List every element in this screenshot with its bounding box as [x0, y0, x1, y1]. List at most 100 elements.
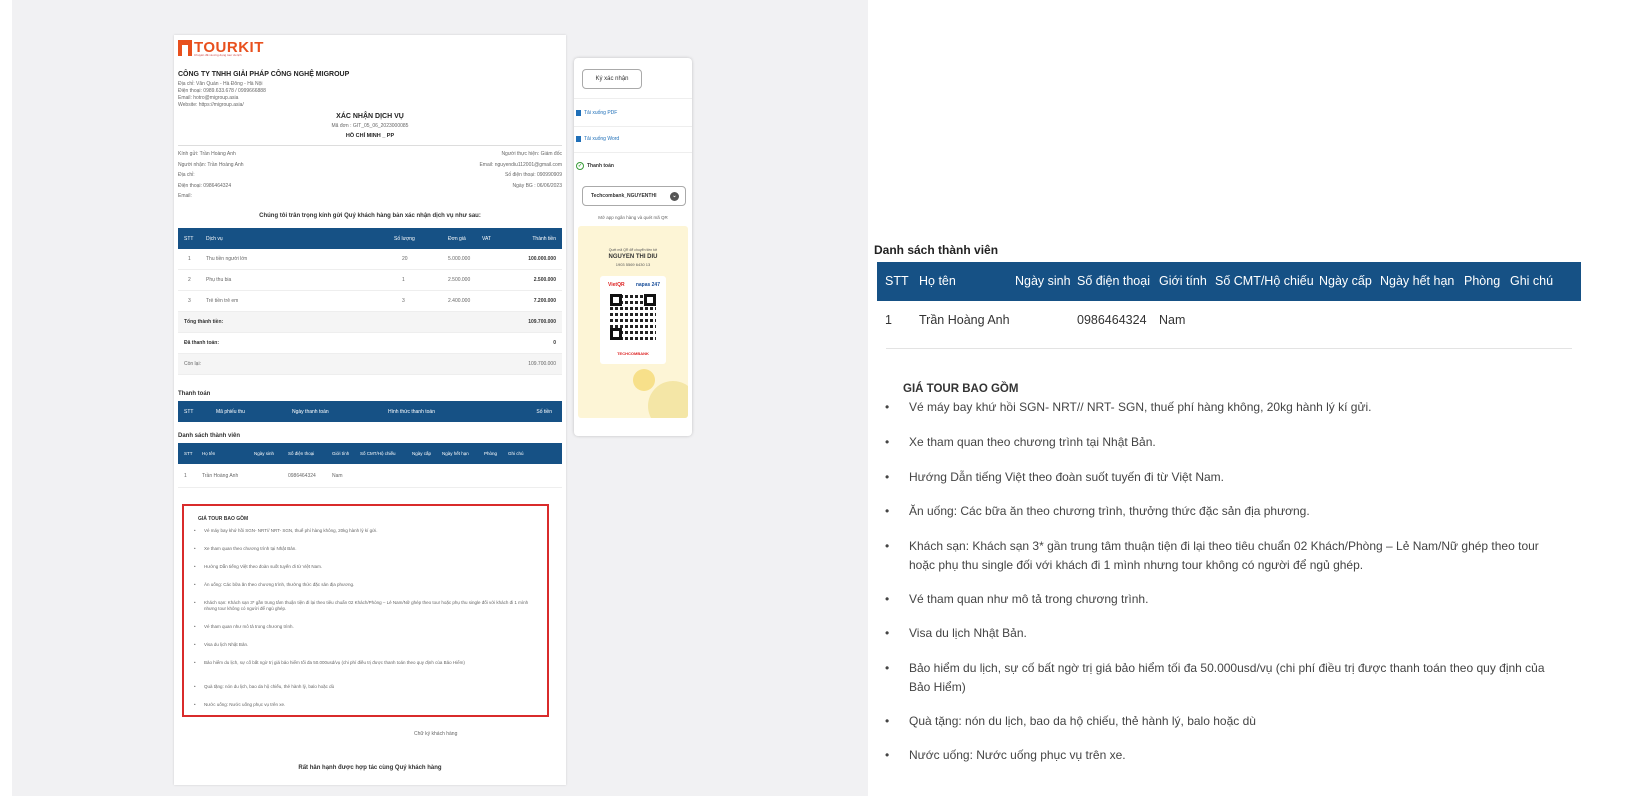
- list-item: Quà tặng: nón du lịch, bao da hộ chiếu, …: [194, 684, 534, 690]
- download-word-label: Tải xuống Word: [584, 136, 620, 142]
- bank-logo: TECHCOMBANK: [617, 351, 649, 356]
- qr-corner: [610, 328, 622, 340]
- receiver: Người nhận: Trần Hoàng Anh: [178, 162, 244, 168]
- col-method: Hình thức thanh toán: [388, 408, 435, 415]
- cell: 1: [188, 256, 191, 262]
- col-phone: Số điện thoại: [288, 451, 315, 456]
- col-expiry: Ngày hết hạn: [442, 451, 469, 456]
- screen: TOURKIT Chuyên đề và ứng dụng tour du lị…: [0, 0, 1645, 796]
- list-item: Visa du lịch Nhật Bản.: [885, 624, 1565, 643]
- list-item: Nước uống: Nước uống phục vụ trên xe.: [885, 746, 1565, 765]
- col-qty: Số lượng: [394, 235, 415, 242]
- file-icon: [576, 136, 581, 142]
- cell: Nam: [332, 472, 343, 479]
- qr-card: Quét mã QR để chuyển tiền tới NGUYEN THI…: [578, 226, 688, 418]
- signature-label: Chữ ký khách hàng: [414, 731, 458, 737]
- decorative-circle: [648, 381, 688, 418]
- col-stt: STT: [184, 408, 194, 415]
- cell: Nam: [1159, 313, 1186, 327]
- list-item: Vé máy bay khứ hồi SGN- NRT// NRT- SGN, …: [885, 398, 1565, 417]
- vietqr-logo: VietQR: [608, 282, 625, 288]
- divider: [574, 98, 692, 99]
- col-issue: Ngày cấp: [412, 451, 432, 456]
- cell: 7.200.000: [533, 298, 556, 304]
- qr-corner: [644, 294, 656, 306]
- col-stt: STT: [184, 451, 193, 456]
- cell: 0986464324: [288, 472, 316, 479]
- check-circle-icon: ✓: [576, 162, 584, 170]
- footer-text: Rất hân hạnh được hợp tác cùng Quý khách…: [298, 765, 442, 771]
- download-word-link[interactable]: Tải xuống Word: [576, 136, 619, 142]
- list-item: Vé máy bay khứ hồi SGN- NRT// NRT- SGN, …: [194, 528, 534, 534]
- sum-row: Tổng thành tiền: 109.700.000: [178, 312, 562, 333]
- col-dob: Ngày sinh: [1015, 274, 1071, 288]
- members-header: STT Họ tên Ngày sinh Số điện thoại Giới …: [178, 443, 562, 464]
- list-item: Khách sạn: Khách sạn 3* gần trung tâm th…: [885, 537, 1565, 575]
- cell: 100.000.000: [528, 256, 556, 262]
- decorative-circle: [633, 369, 655, 391]
- cell: 20: [402, 256, 408, 262]
- executor-email: Email: nguyendiu112001@gmail.com: [479, 162, 562, 168]
- bank-select[interactable]: Techcombank_NGUYENTHI ⌄: [582, 186, 686, 206]
- cell: 0: [553, 340, 556, 346]
- address: Địa chỉ:: [178, 172, 195, 178]
- payment-heading: ✓ Thanh toán: [576, 162, 614, 170]
- qr-hint: Mở app ngân hàng và quét mã QR: [598, 215, 668, 220]
- col-stt: STT: [885, 274, 909, 288]
- qr-corner: [610, 294, 622, 306]
- cell: Thu tiền người lớn: [206, 256, 248, 262]
- cell: Trẻ tiền trẻ em: [206, 298, 239, 304]
- table-row: 1 Trần Hoàng Anh 0986464324 Nam: [877, 301, 1581, 340]
- cell: Phụ thu bia: [206, 277, 232, 283]
- list-item: Xe tham quan theo chương trình tại Nhật …: [885, 433, 1565, 452]
- cell: Tổng thành tiền:: [184, 319, 224, 325]
- company-phone: Điện thoại: 0989.633.678 / 0999666888: [178, 88, 266, 94]
- document-title: XÁC NHẬN DỊCH VỤ: [336, 113, 404, 120]
- cell: 2: [188, 277, 191, 283]
- table-row: 1 Trần Hoàng Anh 0986464324 Nam: [178, 464, 562, 488]
- col-note: Ghi chú: [508, 451, 524, 456]
- list-item: Visa du lịch Nhật Bản.: [194, 642, 534, 648]
- col-date: Ngày thanh toán: [292, 408, 329, 415]
- list-item: Khách sạn: Khách sạn 3* gần trung tâm th…: [194, 600, 534, 612]
- col-receipt: Mã phiếu thu: [216, 408, 245, 415]
- col-price: Đơn giá: [448, 235, 466, 242]
- cell: 1: [402, 277, 405, 283]
- document-page: TOURKIT Chuyên đề và ứng dụng tour du lị…: [174, 35, 566, 785]
- cell: 2.500.000: [448, 277, 471, 283]
- file-icon: [576, 110, 581, 116]
- action-panel: Ký xác nhận Tải xuống PDF Tải xuống Word…: [574, 58, 692, 436]
- col-phone: Số điện thoại: [1077, 274, 1150, 288]
- col-total: Thành tiền: [532, 235, 556, 242]
- cell: 2.500.000: [533, 277, 556, 283]
- col-vat: VAT: [482, 235, 491, 242]
- cell: 3: [188, 298, 191, 304]
- col-room: Phòng: [1464, 274, 1501, 288]
- zoomed-detail: Danh sách thành viên STT Họ tên Ngày sin…: [868, 0, 1645, 796]
- highlight-box: GIÁ TOUR BAO GỒM Vé máy bay khứ hồi SGN-…: [182, 504, 549, 717]
- qr-account-name: NGUYEN THI DIU: [608, 254, 658, 260]
- executor: Người thực hiện: Giám đốc: [501, 151, 562, 157]
- qr-code-frame: VietQR napas 247 TECHCOMBANK: [600, 276, 666, 364]
- list-item: Quà tặng: nón du lịch, bao da hộ chiếu, …: [885, 712, 1565, 731]
- table-row: 2 Phụ thu bia 1 2.500.000 2.500.000: [178, 270, 562, 291]
- col-gender: Giới tính: [332, 451, 350, 456]
- intro-text: Chúng tôi trân trọng kính gửi Quý khách …: [259, 213, 481, 219]
- bank-select-value: Techcombank_NGUYENTHI: [591, 193, 657, 199]
- sum-row: Còn lại: 109.700.000: [178, 354, 562, 375]
- col-issue: Ngày cấp: [1319, 274, 1372, 288]
- list-item: Ăn uống: Các bữa ăn theo chương trình, t…: [194, 582, 534, 588]
- cell: 5.000.000: [448, 256, 471, 262]
- recipient: Kính gửi: Trần Hoàng Anh: [178, 151, 236, 157]
- list-item: Hướng Dẫn tiếng Việt theo đoàn suốt tuyế…: [885, 468, 1565, 487]
- sign-confirm-button[interactable]: Ký xác nhận: [582, 69, 642, 89]
- tour-includes-heading: GIÁ TOUR BAO GỒM: [903, 383, 1019, 395]
- cell: 1: [184, 472, 187, 479]
- city-label: HỒ CHÍ MINH _ PP: [345, 133, 395, 139]
- left-edge: [0, 0, 12, 796]
- divider: [178, 145, 562, 146]
- download-pdf-link[interactable]: Tải xuống PDF: [576, 110, 617, 116]
- table-row: 1 Thu tiền người lớn 20 5.000.000 100.00…: [178, 249, 562, 270]
- payment-table: STT Mã phiếu thu Ngày thanh toán Hình th…: [178, 401, 562, 422]
- executor-phone: Số điện thoại: 090990909: [505, 172, 562, 178]
